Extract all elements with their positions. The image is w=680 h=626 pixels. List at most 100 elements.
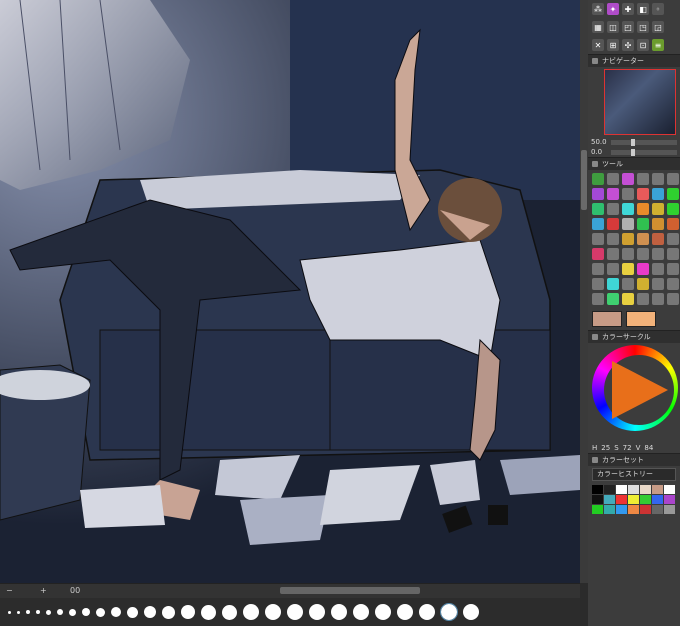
palette-cell[interactable] — [628, 505, 639, 514]
tool-43[interactable] — [592, 278, 604, 290]
tool-25[interactable] — [592, 233, 604, 245]
palette-cell[interactable] — [604, 505, 615, 514]
panel-menu-icon-3[interactable] — [592, 334, 598, 340]
tool-40[interactable] — [637, 263, 649, 275]
brush-size-option[interactable] — [69, 608, 76, 616]
palette-cell[interactable] — [628, 485, 639, 494]
palette-cell[interactable] — [652, 495, 663, 504]
tool-44[interactable] — [607, 278, 619, 290]
vertical-scroll-thumb[interactable] — [581, 150, 587, 210]
tool-52[interactable] — [637, 293, 649, 305]
tool-33[interactable] — [622, 248, 634, 260]
canvas-vertical-scrollbar[interactable] — [580, 0, 588, 583]
tool-46[interactable] — [637, 278, 649, 290]
color-set-header[interactable]: カラーセット — [588, 454, 680, 466]
tool-11[interactable] — [652, 188, 664, 200]
tool-icon-m[interactable]: ✣ — [622, 39, 634, 51]
brush-size-option[interactable] — [26, 610, 30, 614]
brush-size-option[interactable] — [111, 607, 121, 617]
tool-icon-j[interactable]: ◲ — [652, 21, 664, 33]
tool-icon-l[interactable]: ⊞ — [607, 39, 619, 51]
tool-14[interactable] — [607, 203, 619, 215]
tool-48[interactable] — [667, 278, 679, 290]
tool-17[interactable] — [652, 203, 664, 215]
tool-37[interactable] — [592, 263, 604, 275]
tool-16[interactable] — [637, 203, 649, 215]
navigator-header[interactable]: ナビゲーター — [588, 55, 680, 67]
tool-icon-h[interactable]: ◰ — [622, 21, 634, 33]
palette-cell[interactable] — [640, 505, 651, 514]
tool-8[interactable] — [607, 188, 619, 200]
palette-cell[interactable] — [592, 495, 603, 504]
tool-19[interactable] — [592, 218, 604, 230]
tool-icon-g[interactable]: ◫ — [607, 21, 619, 33]
canvas-horizontal-scrollbar[interactable]: − + 00 — [0, 583, 580, 598]
brush-size-option[interactable] — [287, 604, 303, 620]
tool-47[interactable] — [652, 278, 664, 290]
tool-icon-f[interactable]: ▦ — [592, 21, 604, 33]
brush-size-option[interactable] — [36, 610, 40, 614]
brush-size-option[interactable] — [8, 610, 11, 614]
brush-size-option[interactable] — [243, 604, 259, 620]
tool-22[interactable] — [637, 218, 649, 230]
palette-cell[interactable] — [604, 485, 615, 494]
brush-size-option[interactable] — [127, 606, 138, 618]
tool-34[interactable] — [637, 248, 649, 260]
tool-18[interactable] — [667, 203, 679, 215]
tool-32[interactable] — [607, 248, 619, 260]
tool-5[interactable] — [652, 173, 664, 185]
tool-30[interactable] — [667, 233, 679, 245]
palette-cell[interactable] — [664, 505, 675, 514]
tool-icon-o[interactable]: ≡ — [652, 39, 664, 51]
zoom-in-icon[interactable]: + — [40, 586, 47, 595]
tool-42[interactable] — [667, 263, 679, 275]
brush-size-option[interactable] — [397, 604, 413, 620]
tool-28[interactable] — [637, 233, 649, 245]
tool-39[interactable] — [622, 263, 634, 275]
palette-cell[interactable] — [616, 485, 627, 494]
navigator-rotate-slider[interactable] — [611, 148, 677, 156]
tool-icon-i[interactable]: ◳ — [637, 21, 649, 33]
tool-icon-d[interactable]: ◧ — [637, 3, 649, 15]
tool-41[interactable] — [652, 263, 664, 275]
panel-menu-icon[interactable] — [592, 58, 598, 64]
tool-12[interactable] — [667, 188, 679, 200]
palette-cell[interactable] — [664, 495, 675, 504]
palette-cell[interactable] — [640, 495, 651, 504]
tool-29[interactable] — [652, 233, 664, 245]
palette-cell[interactable] — [616, 495, 627, 504]
brush-size-option[interactable] — [375, 604, 391, 620]
brush-size-option[interactable] — [57, 609, 63, 615]
brush-size-option[interactable] — [17, 610, 20, 614]
navigator-zoom-slider[interactable] — [611, 138, 677, 146]
brush-size-option[interactable] — [419, 604, 435, 620]
tool-icon-a[interactable]: ⁂ — [592, 3, 604, 15]
brush-size-option[interactable] — [463, 604, 479, 620]
brush-size-option[interactable] — [46, 609, 51, 615]
tool-53[interactable] — [652, 293, 664, 305]
brush-size-option-selected[interactable] — [440, 603, 458, 621]
palette-cell[interactable] — [664, 485, 675, 494]
tool-icon-k[interactable]: ✕ — [592, 39, 604, 51]
brush-size-option[interactable] — [353, 604, 369, 620]
brush-size-option[interactable] — [309, 604, 325, 620]
tool-10[interactable] — [637, 188, 649, 200]
palette-cell[interactable] — [652, 505, 663, 514]
palette-cell[interactable] — [616, 505, 627, 514]
tool-20[interactable] — [607, 218, 619, 230]
tool-26[interactable] — [607, 233, 619, 245]
tool-36[interactable] — [667, 248, 679, 260]
tool-15[interactable] — [622, 203, 634, 215]
tool-31[interactable] — [592, 248, 604, 260]
sub-color-swatch[interactable] — [626, 311, 656, 327]
hue-ring[interactable] — [592, 345, 678, 431]
tool-35[interactable] — [652, 248, 664, 260]
tool-7[interactable] — [592, 188, 604, 200]
panel-menu-icon-2[interactable] — [592, 161, 598, 167]
palette-cell[interactable] — [640, 485, 651, 494]
color-circle[interactable] — [588, 343, 680, 443]
brush-size-option[interactable] — [222, 604, 237, 620]
tool-54[interactable] — [667, 293, 679, 305]
brush-size-option[interactable] — [82, 608, 90, 616]
tool-21[interactable] — [622, 218, 634, 230]
